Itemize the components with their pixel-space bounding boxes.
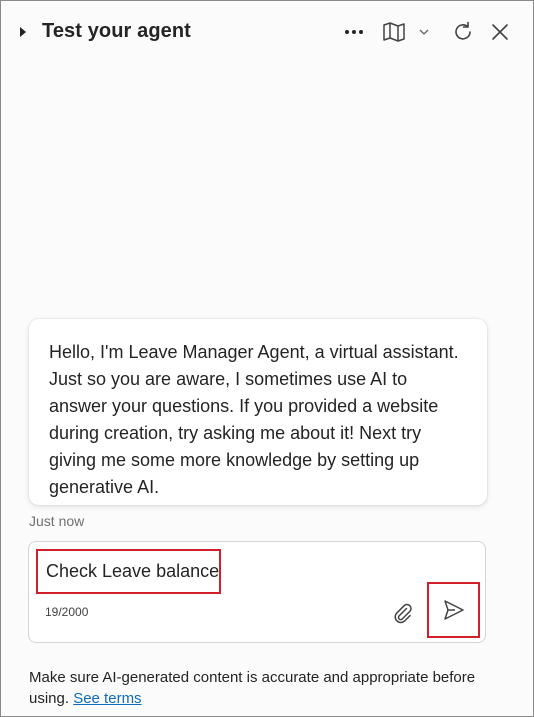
chevron-down-icon xyxy=(419,29,429,35)
attach-button[interactable] xyxy=(389,599,417,627)
send-button[interactable] xyxy=(427,582,480,638)
message-composer: Check Leave balance 19/2000 xyxy=(28,541,486,643)
ai-disclaimer: Make sure AI-generated content is accura… xyxy=(29,667,499,709)
close-icon xyxy=(492,24,508,40)
more-options-button[interactable] xyxy=(341,17,367,47)
close-button[interactable] xyxy=(486,17,514,47)
send-icon xyxy=(443,600,464,620)
caret-right-icon[interactable] xyxy=(17,25,29,39)
refresh-icon xyxy=(455,21,471,40)
bot-message-bubble: Hello, I'm Leave Manager Agent, a virtua… xyxy=(29,319,487,505)
see-terms-link[interactable]: See terms xyxy=(73,690,141,707)
panel-title: Test your agent xyxy=(42,20,191,42)
map-button[interactable] xyxy=(379,17,409,47)
bot-message-text: Hello, I'm Leave Manager Agent, a virtua… xyxy=(49,342,459,497)
message-input-value: Check Leave balance xyxy=(46,561,220,581)
message-input[interactable]: Check Leave balance xyxy=(36,549,221,594)
character-count: 19/2000 xyxy=(45,605,89,619)
message-timestamp: Just now xyxy=(29,513,85,529)
more-horizontal-icon xyxy=(345,30,363,34)
panel-header: Test your agent xyxy=(1,1,533,63)
refresh-button[interactable] xyxy=(449,17,477,47)
map-dropdown-button[interactable] xyxy=(415,17,433,47)
test-agent-panel: Test your agent Hello, I'm Leave Manager… xyxy=(0,0,534,717)
paperclip-icon xyxy=(394,603,412,624)
map-icon xyxy=(383,22,405,42)
